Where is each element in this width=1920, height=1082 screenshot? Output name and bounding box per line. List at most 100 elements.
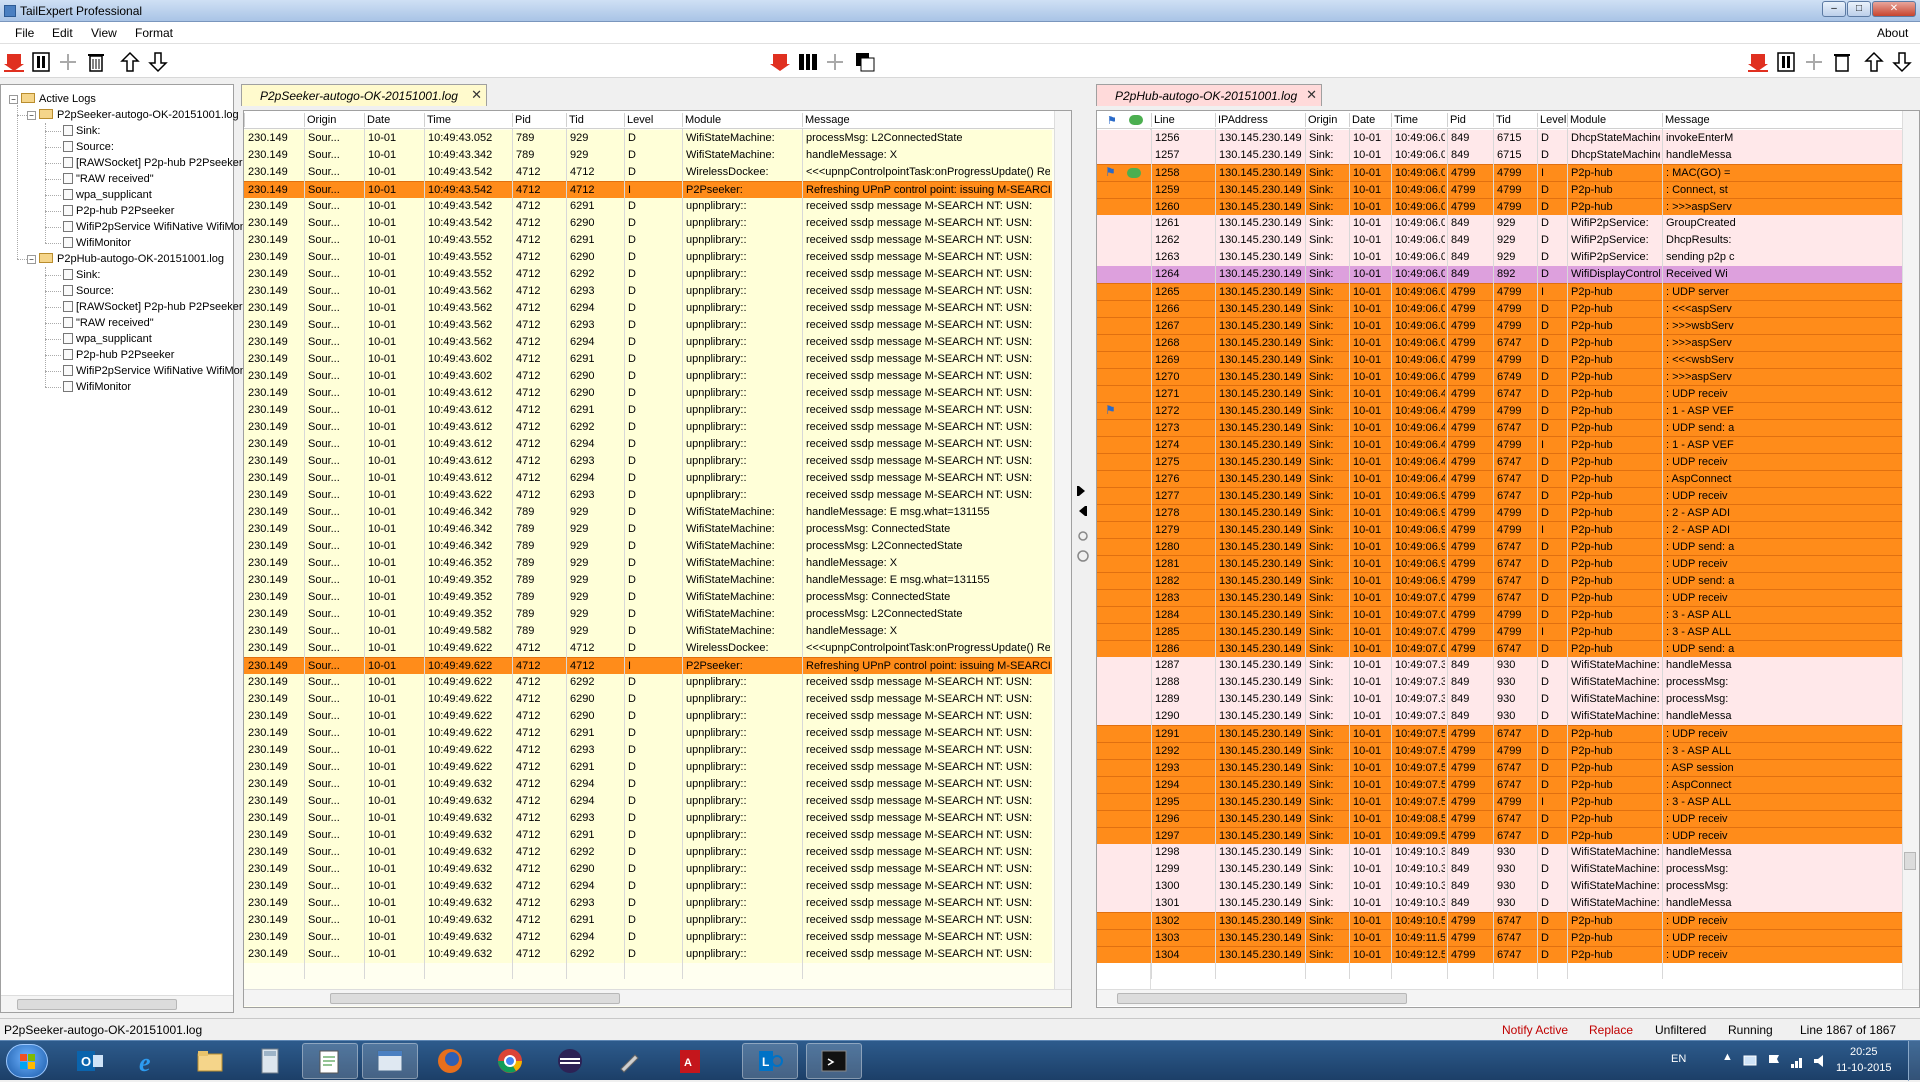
table-row[interactable]: 230.149 Sour... 10-01 10:49:43.612 4712 6294 D…: [244, 436, 1052, 453]
table-row[interactable]: 230.149 Sour... 10-01 10:49:43.612 4712 6294 D…: [244, 470, 1052, 487]
table-row[interactable]: 1266 130.145.230.149 Sink: 10-01 10:49:06.04…: [1097, 300, 1902, 317]
table-row[interactable]: 1273 130.145.230.149 Sink: 10-01 10:49:06.46…: [1097, 419, 1902, 436]
table-row[interactable]: 1295 130.145.230.149 Sink: 10-01 10:49:07.51…: [1097, 793, 1902, 810]
table-row[interactable]: 230.149 Sour... 10-01 10:49:49.622 4712 6291 D…: [244, 759, 1052, 776]
tray-volume-icon[interactable]: [1812, 1053, 1828, 1069]
close-tab-icon[interactable]: ✕: [1306, 87, 1317, 103]
table-row[interactable]: 1277 130.145.230.149 Sink: 10-01 10:49:06.98…: [1097, 487, 1902, 504]
column-header[interactable]: IPAddress: [1218, 114, 1268, 126]
bookmark-flag-icon[interactable]: ⚑: [1105, 403, 1116, 417]
table-row[interactable]: 230.149 Sour... 10-01 10:49:43.612 4712 6290 D…: [244, 385, 1052, 402]
table-row[interactable]: 1270 130.145.230.149 Sink: 10-01 10:49:06.04…: [1097, 368, 1902, 385]
table-row[interactable]: 1271 130.145.230.149 Sink: 10-01 10:49:06.46…: [1097, 385, 1902, 402]
table-row[interactable]: 1294 130.145.230.149 Sink: 10-01 10:49:07.51…: [1097, 776, 1902, 793]
lync-taskbar-button[interactable]: L: [742, 1043, 798, 1079]
column-separator[interactable]: [512, 113, 513, 127]
table-row[interactable]: 230.149 Sour... 10-01 10:49:49.632 4712 6293 D…: [244, 810, 1052, 827]
table-row[interactable]: 230.149 Sour... 10-01 10:49:49.622 4712 6290 D…: [244, 691, 1052, 708]
table-row[interactable]: 1265 130.145.230.149 Sink: 10-01 10:49:06.04…: [1097, 283, 1902, 300]
table-row[interactable]: 230.149 Sour... 10-01 10:49:49.632 4712 6291 D…: [244, 827, 1052, 844]
maximize-button[interactable]: □: [1847, 1, 1871, 17]
column-header[interactable]: Time: [1394, 114, 1418, 126]
eclipse-taskbar-button[interactable]: [542, 1043, 598, 1079]
pause-button-right[interactable]: [1774, 50, 1798, 74]
table-row[interactable]: 1293 130.145.230.149 Sink: 10-01 10:49:07.51…: [1097, 759, 1902, 776]
table-row[interactable]: 230.149 Sour... 10-01 10:49:43.562 4712 6293 D…: [244, 317, 1052, 334]
scroll-thumb[interactable]: [1117, 993, 1407, 1004]
column-header[interactable]: Level: [627, 114, 653, 126]
table-row[interactable]: 230.149 Sour... 10-01 10:49:43.542 4712 4712 D…: [244, 164, 1052, 181]
close-tab-icon[interactable]: ✕: [471, 87, 482, 103]
tree-root[interactable]: − Active Logs: [9, 91, 96, 107]
table-row[interactable]: 230.149 Sour... 10-01 10:49:43.622 4712 6293 D…: [244, 487, 1052, 504]
table-row[interactable]: 230.149 Sour... 10-01 10:49:49.632 4712 6292 D…: [244, 946, 1052, 963]
table-row[interactable]: 230.149 Sour... 10-01 10:49:49.622 4712 4712 I…: [244, 657, 1052, 674]
tree-filter-node[interactable]: WifiP2pService WifiNative WifiMonitor: [63, 363, 261, 379]
table-row[interactable]: 1298 130.145.230.149 Sink: 10-01 10:49:10.38…: [1097, 844, 1902, 861]
outlook-taskbar-button[interactable]: O: [62, 1043, 118, 1079]
next-button-right[interactable]: [1890, 50, 1914, 74]
table-row[interactable]: 230.149 Sour... 10-01 10:49:49.632 4712 6292 D…: [244, 844, 1052, 861]
chrome-taskbar-button[interactable]: [482, 1043, 538, 1079]
tree-filter-node[interactable]: WifiP2pService WifiNative WifiMonitor: [63, 219, 261, 235]
table-row[interactable]: 230.149 Sour... 10-01 10:49:49.632 4712 6294 D…: [244, 793, 1052, 810]
table-row[interactable]: 230.149 Sour... 10-01 10:49:43.612 4712 6293 D…: [244, 453, 1052, 470]
table-row[interactable]: 1300 130.145.230.149 Sink: 10-01 10:49:10.38…: [1097, 878, 1902, 895]
table-row[interactable]: 230.149 Sour... 10-01 10:49:49.622 4712 6290 D…: [244, 708, 1052, 725]
table-row[interactable]: 230.149 Sour... 10-01 10:49:49.622 4712 6293 D…: [244, 742, 1052, 759]
table-row[interactable]: 1302 130.145.230.149 Sink: 10-01 10:49:10.51…: [1097, 912, 1902, 929]
tray-network-icon[interactable]: [1742, 1053, 1758, 1069]
table-row[interactable]: 1275 130.145.230.149 Sink: 10-01 10:49:06. 47…: [1097, 453, 1902, 470]
sync-right-icon[interactable]: [1077, 486, 1085, 496]
table-row[interactable]: 1292 130.145.230.149 Sink: 10-01 10:49:07.51…: [1097, 742, 1902, 759]
table-row[interactable]: 230.149 Sour... 10-01 10:49:46.342 789 929 D Wi…: [244, 504, 1052, 521]
table-row[interactable]: 230.149 Sour... 10-01 10:49:49.582 789 929 D Wi…: [244, 623, 1052, 640]
right-horizontal-scrollbar[interactable]: [1097, 989, 1919, 1006]
table-row[interactable]: 1269 130.145.230.149 Sink: 10-01 10:49:06.04…: [1097, 351, 1902, 368]
column-separator[interactable]: [364, 113, 365, 127]
table-row[interactable]: 230.149 Sour... 10-01 10:49:49.632 4712 6294 D…: [244, 776, 1052, 793]
column-separator[interactable]: [624, 113, 625, 127]
table-row[interactable]: 230.149 Sour... 10-01 10:49:49.632 4712 6290 D…: [244, 861, 1052, 878]
table-row[interactable]: 1279 130.145.230.149 Sink: 10-01 10:49:06.99…: [1097, 521, 1902, 538]
table-row[interactable]: 230.149 Sour... 10-01 10:49:49.632 4712 6294 D…: [244, 878, 1052, 895]
column-separator[interactable]: [1447, 113, 1448, 127]
table-row[interactable]: 230.149 Sour... 10-01 10:49:49.352 789 929 D Wi…: [244, 589, 1052, 606]
column-header[interactable]: Pid: [1450, 114, 1466, 126]
windows-button[interactable]: [853, 50, 877, 74]
previous-button-right[interactable]: [1862, 50, 1886, 74]
tree-file-node[interactable]: − P2pHub-autogo-OK-20151001.log: [27, 251, 224, 267]
table-row[interactable]: 1303 130.145.230.149 Sink: 10-01 10:49:11.51…: [1097, 929, 1902, 946]
status-replace[interactable]: Replace: [1589, 1023, 1633, 1037]
column-separator[interactable]: [802, 113, 803, 127]
column-separator[interactable]: [1493, 113, 1494, 127]
column-header[interactable]: Origin: [307, 114, 336, 126]
menu-format[interactable]: Format: [135, 26, 173, 40]
ie-taskbar-button[interactable]: e: [122, 1043, 178, 1079]
panel-splitter[interactable]: [1073, 470, 1093, 580]
table-row[interactable]: 1278 130.145.230.149 Sink: 10-01 10:49:06.99…: [1097, 504, 1902, 521]
bookmark-button-right[interactable]: [1802, 50, 1826, 74]
column-separator[interactable]: [1349, 113, 1350, 127]
table-row[interactable]: 1304 130.145.230.149 Sink: 10-01 10:49:12.51…: [1097, 946, 1902, 963]
tree-filter-node[interactable]: P2p-hub P2Pseeker: [63, 203, 174, 219]
table-row[interactable]: 1261 130.145.230.149 Sink: 10-01 10:49:06.03…: [1097, 215, 1902, 232]
jump-to-end-button[interactable]: [2, 50, 26, 74]
table-row[interactable]: 230.149 Sour... 10-01 10:49:49.622 4712 4712 D…: [244, 640, 1052, 657]
previous-button[interactable]: [118, 50, 142, 74]
column-separator[interactable]: [566, 113, 567, 127]
table-row[interactable]: 1257 130.145.230.149 Sink: 10-01 10:49:06.03…: [1097, 147, 1902, 164]
scroll-thumb[interactable]: [330, 993, 620, 1004]
column-header[interactable]: Date: [367, 114, 390, 126]
tree-filter-node[interactable]: Sink:: [63, 123, 100, 139]
table-row[interactable]: 230.149 Sour... 10-01 10:49:43.612 4712 6292 D…: [244, 419, 1052, 436]
table-row[interactable]: 1296 130.145.230.149 Sink: 10-01 10:49:08.51…: [1097, 810, 1902, 827]
table-row[interactable]: 230.149 Sour... 10-01 10:49:43.552 4712 6292 D…: [244, 266, 1052, 283]
table-row[interactable]: 1291 130.145.230.149 Sink: 10-01 10:49:07.51…: [1097, 725, 1902, 742]
table-row[interactable]: 230.149 Sour... 10-01 10:49:43.562 4712 6294 D…: [244, 334, 1052, 351]
jump-to-end-button-right[interactable]: [1746, 50, 1770, 74]
column-separator[interactable]: [1567, 113, 1568, 127]
table-row[interactable]: 230.149 Sour... 10-01 10:49:49.632 4712 6291 D…: [244, 912, 1052, 929]
table-row[interactable]: 230.149 Sour... 10-01 10:49:43.342 789 929 D Wi…: [244, 147, 1052, 164]
table-row[interactable]: 1264 130.145.230.149 Sink: 10-01 10:49:06.03…: [1097, 266, 1902, 283]
